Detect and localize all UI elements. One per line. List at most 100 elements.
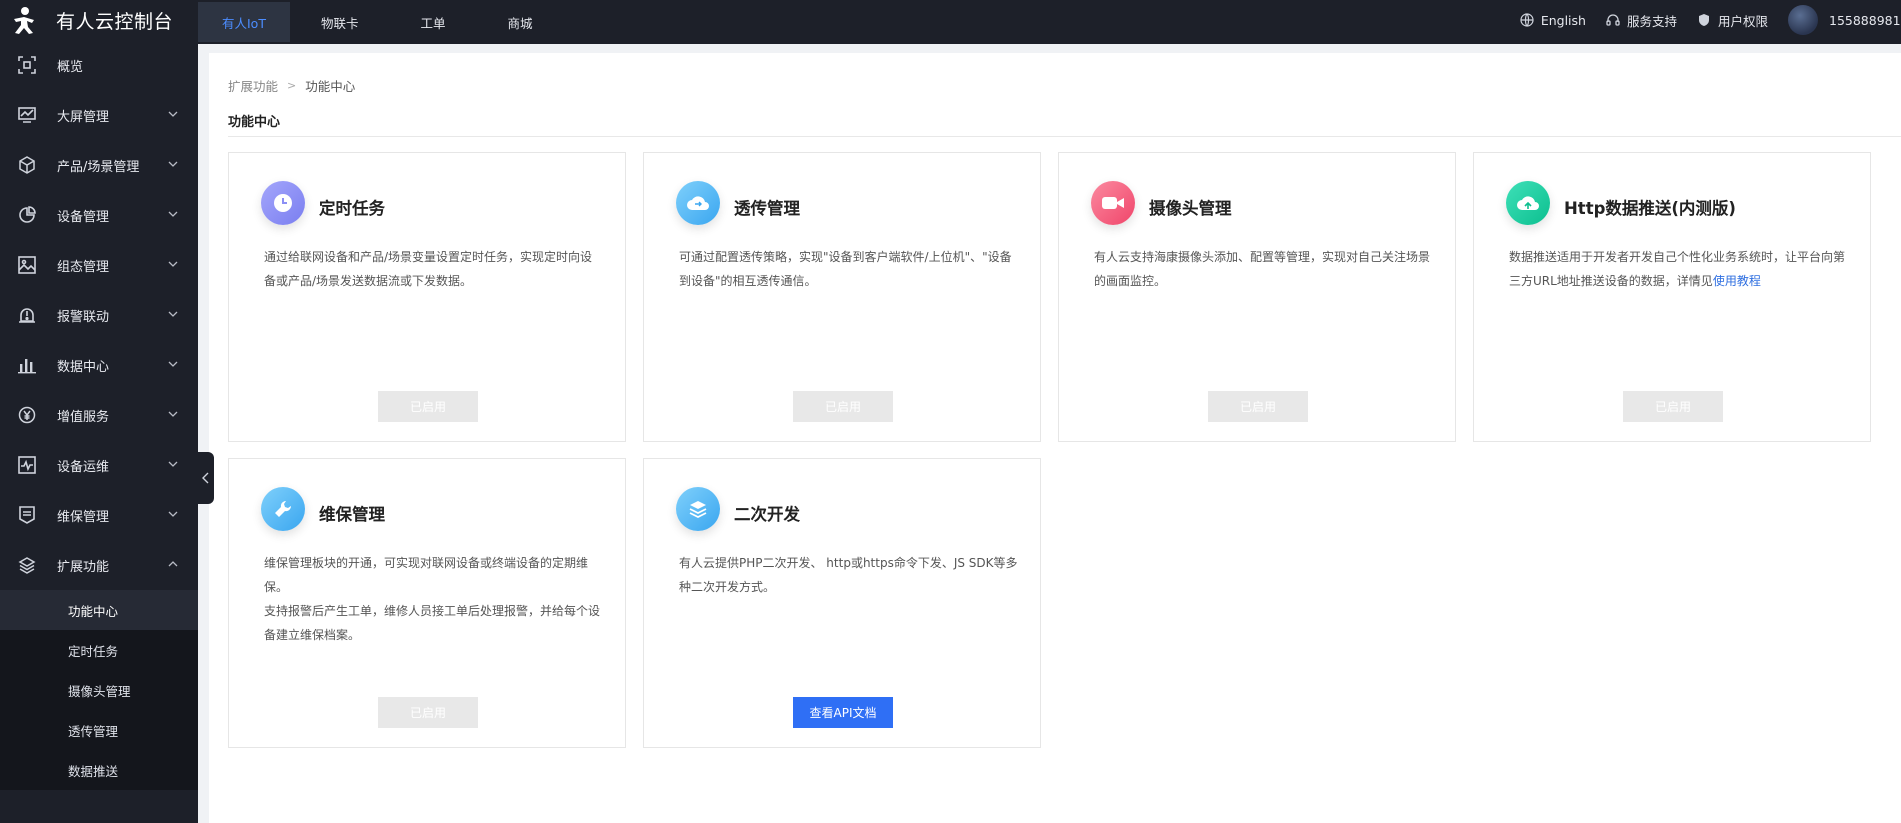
submenu-item-camera[interactable]: 摄像头管理 xyxy=(0,670,198,710)
chevron-down-icon xyxy=(168,311,178,317)
sidebar-item-label: 维保管理 xyxy=(57,509,110,525)
sidebar-item-label: 概览 xyxy=(57,59,84,75)
enabled-button[interactable]: 已启用 xyxy=(1208,391,1308,422)
card-http-push: Http数据推送(内测版) 数据推送适用于开发者开发自己个性化业务系统时，让平台… xyxy=(1473,152,1871,442)
sidebar-item-label: 扩展功能 xyxy=(57,559,110,575)
camera-icon xyxy=(1091,181,1135,225)
sidebar-item-data[interactable]: 数据中心 xyxy=(0,340,198,390)
chevron-down-icon xyxy=(168,211,178,217)
submenu-item-scheduled-tasks[interactable]: 定时任务 xyxy=(0,630,198,670)
submenu-item-passthrough[interactable]: 透传管理 xyxy=(0,710,198,750)
card-maintenance: 维保管理 维保管理板块的开通，可实现对联网设备或终端设备的定期维保。 支持报警后… xyxy=(228,458,626,748)
permissions-link[interactable]: 用户权限 xyxy=(1697,11,1768,30)
pie-icon xyxy=(18,206,36,224)
view-api-docs-button[interactable]: 查看API文档 xyxy=(793,697,893,728)
card-description-text: 数据推送适用于开发者开发自己个性化业务系统时，让平台向第三方URL地址推送设备的… xyxy=(1509,250,1846,288)
enabled-button[interactable]: 已启用 xyxy=(1623,391,1723,422)
language-switch[interactable]: English xyxy=(1520,13,1586,28)
tab-work-order[interactable]: 工单 xyxy=(390,2,477,42)
sidebar-item-ops[interactable]: 设备运维 xyxy=(0,440,198,490)
chevron-down-icon xyxy=(168,411,178,417)
user-phone[interactable]: 15588898199 xyxy=(1829,13,1901,28)
card-description: 数据推送适用于开发者开发自己个性化业务系统时，让平台向第三方URL地址推送设备的… xyxy=(1509,245,1849,293)
sidebar-item-alarm[interactable]: 报警联动 xyxy=(0,290,198,340)
card-passthrough: 透传管理 可通过配置透传策略，实现"设备到客户端软件/上位机"、"设备到设备"的… xyxy=(643,152,1041,442)
card-title: 透传管理 xyxy=(734,199,800,218)
app-title: 有人云控制台 xyxy=(56,10,174,33)
top-right-menu: English 服务支持 用户权限 15588898199 xyxy=(1520,0,1901,40)
permissions-label: 用户权限 xyxy=(1717,13,1768,29)
clock-icon xyxy=(261,181,305,225)
cloud-icon xyxy=(676,181,720,225)
maintenance-icon xyxy=(18,506,36,524)
chevron-down-icon xyxy=(168,161,178,167)
sidebar-item-overview[interactable]: 概览 xyxy=(0,40,198,90)
support-link[interactable]: 服务支持 xyxy=(1606,11,1677,30)
logo-icon xyxy=(14,7,34,34)
sidebar-item-label: 报警联动 xyxy=(57,309,110,325)
submenu-item-function-center[interactable]: 功能中心 xyxy=(0,590,198,630)
globe-icon xyxy=(1520,13,1534,27)
divider xyxy=(228,136,1901,137)
chevron-up-icon xyxy=(168,561,178,567)
enabled-button[interactable]: 已启用 xyxy=(378,391,478,422)
tab-iot[interactable]: 有人IoT xyxy=(198,2,290,42)
card-title: Http数据推送(内测版) xyxy=(1564,199,1736,218)
sidebar: 有人云控制台 概览 大屏管理 产品/场景管理 设备管理 组态管理 报警联动 数据… xyxy=(0,0,198,823)
sidebar-item-products[interactable]: 产品/场景管理 xyxy=(0,140,198,190)
sidebar-item-extensions[interactable]: 扩展功能 xyxy=(0,540,198,590)
breadcrumb-current: 功能中心 xyxy=(305,79,356,94)
card-description: 有人云提供PHP二次开发、 http或https命令下发、JS SDK等多种二次… xyxy=(679,556,1018,594)
sidebar-item-devices[interactable]: 设备管理 xyxy=(0,190,198,240)
card-description-line: 支持报警后产生工单，维修人员接工单后处理报警，并给每个设备建立维保档案。 xyxy=(264,604,601,642)
breadcrumb-parent[interactable]: 扩展功能 xyxy=(228,76,278,95)
yen-icon xyxy=(18,406,36,424)
cloud-upload-icon xyxy=(1506,181,1550,225)
sidebar-collapse-button[interactable] xyxy=(198,452,214,504)
overview-icon xyxy=(18,56,36,74)
card-title: 定时任务 xyxy=(319,199,385,218)
sidebar-item-label: 组态管理 xyxy=(57,259,110,275)
avatar[interactable] xyxy=(1788,5,1818,35)
sidebar-item-maintenance[interactable]: 维保管理 xyxy=(0,490,198,540)
extensions-submenu: 功能中心 定时任务 摄像头管理 透传管理 数据推送 xyxy=(0,590,198,790)
card-description: 有人云支持海康摄像头添加、配置等管理，实现对自己关注场景的画面监控。 xyxy=(1094,250,1431,288)
alarm-icon xyxy=(18,306,36,324)
tab-mall[interactable]: 商城 xyxy=(477,2,564,42)
stack-icon xyxy=(676,487,720,531)
enabled-button[interactable]: 已启用 xyxy=(793,391,893,422)
submenu-item-data-push[interactable]: 数据推送 xyxy=(0,750,198,790)
sidebar-item-label: 数据中心 xyxy=(57,359,110,375)
card-description: 通过给联网设备和产品/场景变量设置定时任务，实现定时向设备或产品/场景发送数据流… xyxy=(264,250,593,288)
sidebar-item-screen[interactable]: 大屏管理 xyxy=(0,90,198,140)
card-title: 摄像头管理 xyxy=(1149,199,1232,218)
chevron-down-icon xyxy=(168,261,178,267)
enabled-button[interactable]: 已启用 xyxy=(378,697,478,728)
language-label: English xyxy=(1540,12,1586,28)
headset-icon xyxy=(1606,13,1620,27)
logo[interactable]: 有人云控制台 xyxy=(0,0,198,40)
card-camera: 摄像头管理 有人云支持海康摄像头添加、配置等管理，实现对自己关注场景的画面监控。… xyxy=(1058,152,1456,442)
chevron-left-icon xyxy=(202,472,209,484)
breadcrumb-separator-icon: > xyxy=(287,79,297,92)
tutorial-link[interactable]: 使用教程 xyxy=(1713,274,1761,288)
support-label: 服务支持 xyxy=(1626,13,1677,29)
card-scheduled-tasks: 定时任务 通过给联网设备和产品/场景变量设置定时任务，实现定时向设备或产品/场景… xyxy=(228,152,626,442)
chevron-down-icon xyxy=(168,511,178,517)
chevron-down-icon xyxy=(168,111,178,117)
sidebar-nav: 概览 大屏管理 产品/场景管理 设备管理 组态管理 报警联动 数据中心 增值服务… xyxy=(0,40,198,590)
wrench-icon xyxy=(261,487,305,531)
screen-icon xyxy=(18,106,36,124)
card-secondary-development: 二次开发 有人云提供PHP二次开发、 http或https命令下发、JS SDK… xyxy=(643,458,1041,748)
sidebar-item-value-added[interactable]: 增值服务 xyxy=(0,390,198,440)
card-title: 二次开发 xyxy=(734,505,800,524)
sidebar-item-config[interactable]: 组态管理 xyxy=(0,240,198,290)
cube-icon xyxy=(18,156,36,174)
shield-icon xyxy=(1697,13,1711,27)
sidebar-item-label: 增值服务 xyxy=(57,409,110,425)
tab-sim-card[interactable]: 物联卡 xyxy=(290,2,390,42)
card-description: 可通过配置透传策略，实现"设备到客户端软件/上位机"、"设备到设备"的相互透传通… xyxy=(679,250,1012,288)
card-description: 维保管理板块的开通，可实现对联网设备或终端设备的定期维保。 支持报警后产生工单，… xyxy=(264,551,604,647)
layers-icon xyxy=(18,556,36,574)
chevron-down-icon xyxy=(168,361,178,367)
